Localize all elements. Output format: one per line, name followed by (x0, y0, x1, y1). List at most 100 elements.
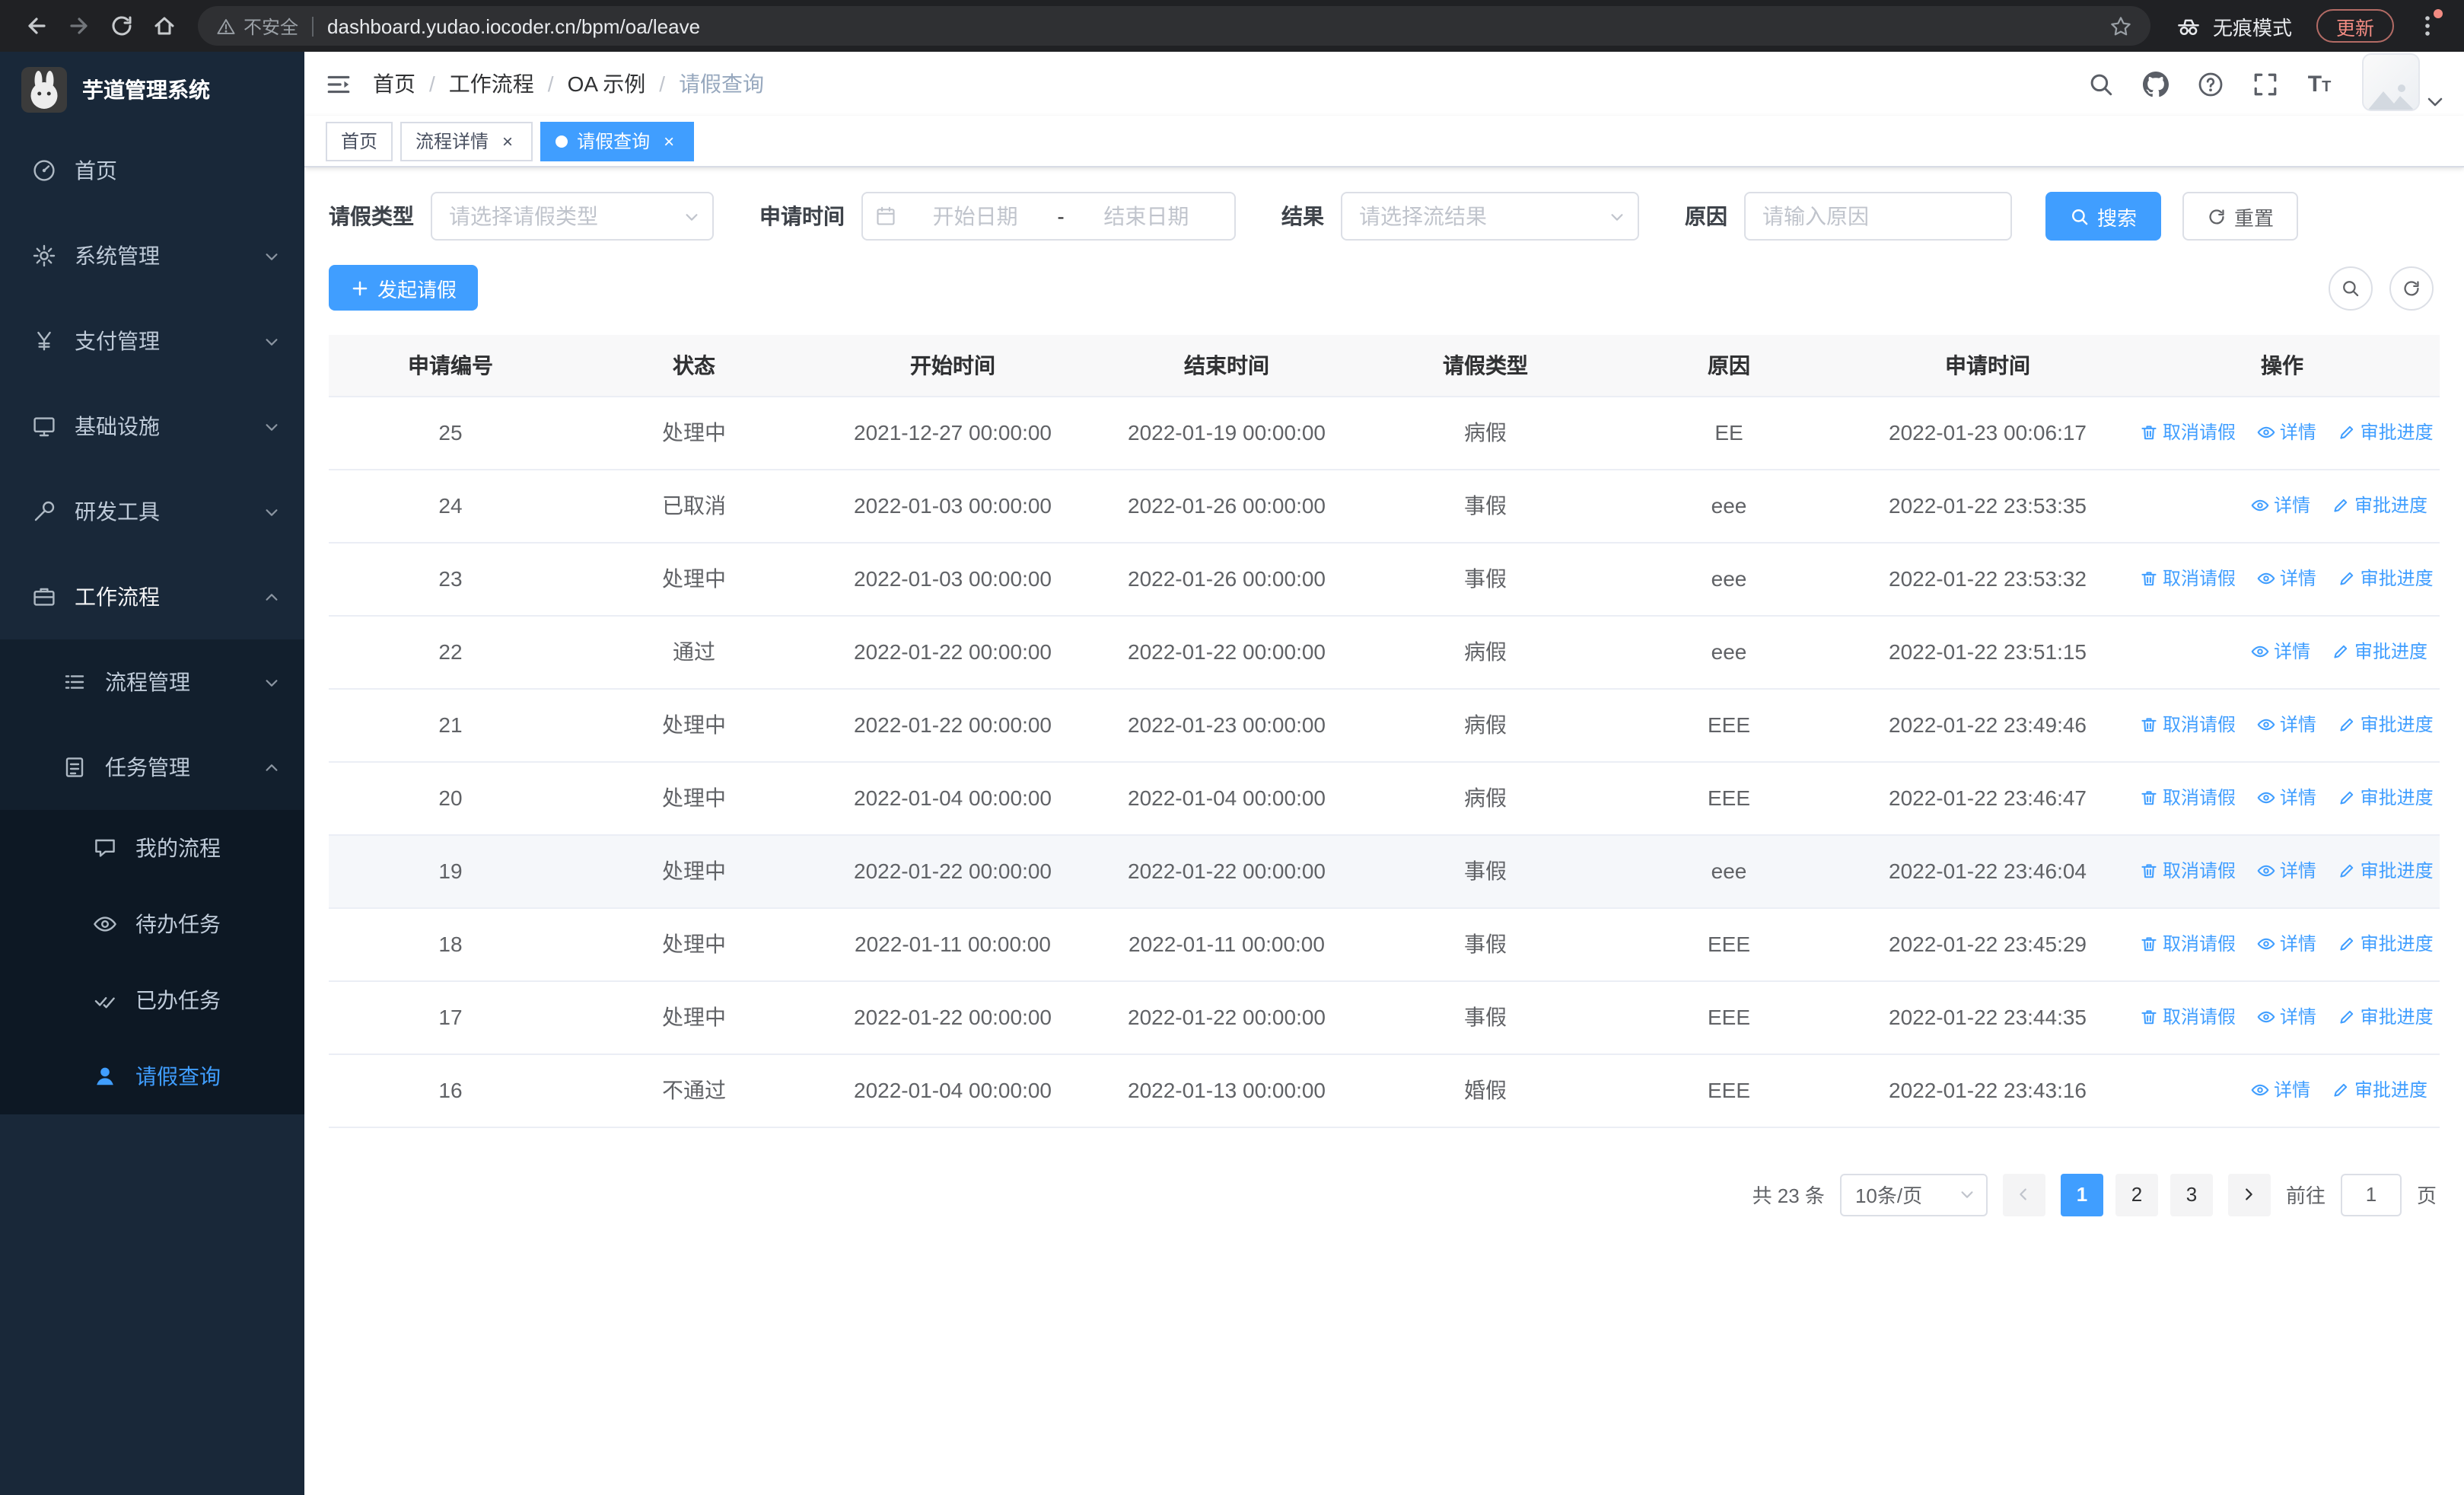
approval-progress-link[interactable]: 审批进度 (2332, 639, 2427, 665)
cancel-leave-link[interactable]: 取消请假 (2140, 785, 2236, 811)
reset-button[interactable]: 重置 (2182, 192, 2299, 241)
close-icon[interactable] (659, 131, 679, 151)
page-button-3[interactable]: 3 (2170, 1173, 2213, 1216)
approval-progress-link[interactable]: 审批进度 (2332, 492, 2427, 518)
approval-progress-link[interactable]: 审批进度 (2338, 858, 2434, 884)
detail-link[interactable]: 详情 (2257, 566, 2316, 591)
incognito-badge: 无痕模式 (2175, 11, 2292, 40)
sidebar-item-task-management[interactable]: 任务管理 (0, 725, 304, 810)
detail-link[interactable]: 详情 (2257, 931, 2316, 957)
gear-icon (30, 243, 56, 269)
approval-progress-link[interactable]: 审批进度 (2332, 1077, 2427, 1103)
approval-progress-link[interactable]: 审批进度 (2338, 566, 2434, 591)
detail-link[interactable]: 详情 (2257, 785, 2316, 811)
approval-progress-link[interactable]: 审批进度 (2338, 712, 2434, 738)
app-title: 芋道管理系统 (82, 78, 210, 102)
cancel-leave-link[interactable]: 取消请假 (2140, 931, 2236, 957)
browser-menu-icon[interactable] (2406, 5, 2449, 47)
table-row: 23 处理中 2022-01-03 00:00:00 2022-01-26 00:00… (329, 542, 2440, 616)
detail-link[interactable]: 详情 (2257, 858, 2316, 884)
tab-process-detail[interactable]: 流程详情 (400, 121, 533, 161)
refresh-button[interactable] (2389, 266, 2434, 310)
github-icon[interactable] (2131, 59, 2179, 108)
close-icon[interactable] (498, 131, 517, 151)
sidebar-item-infrastructure[interactable]: 基础设施 (0, 384, 304, 469)
app-logo[interactable]: 芋道管理系统 (0, 52, 304, 128)
reload-icon[interactable] (100, 5, 143, 47)
fullscreen-icon[interactable] (2240, 59, 2289, 108)
search-icon[interactable] (2076, 59, 2125, 108)
security-warning[interactable]: 不安全 (216, 13, 298, 39)
leave-type-select[interactable]: 请选择请假类型 (431, 192, 714, 241)
sidebar-item-system[interactable]: 系统管理 (0, 213, 304, 298)
user-menu[interactable] (2362, 53, 2443, 114)
sidebar-collapse-icon[interactable] (326, 71, 352, 97)
sidebar-item-todo-tasks[interactable]: 待办任务 (0, 886, 304, 962)
cancel-leave-link[interactable]: 取消请假 (2140, 419, 2236, 445)
font-size-icon[interactable] (2295, 59, 2344, 108)
toggle-search-button[interactable] (2329, 266, 2373, 310)
approval-progress-link[interactable]: 审批进度 (2338, 419, 2434, 445)
sidebar-item-home[interactable]: 首页 (0, 128, 304, 213)
workflow-submenu: 流程管理 任务管理 我的流程 待办任务 已办任务 请假查询 (0, 639, 304, 1114)
double-check-icon (91, 987, 117, 1013)
filter-form: 请假类型 请选择请假类型 申请时间 开始日期 - 结束日期 结果 请选择流结果 … (329, 192, 2440, 241)
create-leave-button[interactable]: 发起请假 (329, 265, 479, 311)
chevron-down-icon (263, 418, 280, 435)
detail-link[interactable]: 详情 (2251, 639, 2310, 665)
approval-progress-link[interactable]: 审批进度 (2338, 931, 2434, 957)
detail-link[interactable]: 详情 (2257, 1004, 2316, 1030)
result-select[interactable]: 请选择流结果 (1341, 192, 1639, 241)
sidebar-item-payment[interactable]: 支付管理 (0, 298, 304, 384)
sidebar-item-done-tasks[interactable]: 已办任务 (0, 962, 304, 1038)
screen: 不安全 dashboard.yudao.iocoder.cn/bpm/oa/le… (0, 0, 2464, 1495)
page-button-1[interactable]: 1 (2060, 1173, 2103, 1216)
home-icon[interactable] (143, 5, 186, 47)
detail-link[interactable]: 详情 (2257, 419, 2316, 445)
detail-link[interactable]: 详情 (2251, 1077, 2310, 1103)
detail-link[interactable]: 详情 (2257, 712, 2316, 738)
apply-time-range-picker[interactable]: 开始日期 - 结束日期 (861, 192, 1236, 241)
avatar[interactable] (2362, 53, 2420, 111)
briefcase-icon (30, 584, 56, 610)
tab-home[interactable]: 首页 (326, 121, 393, 161)
approval-progress-link[interactable]: 审批进度 (2338, 785, 2434, 811)
next-page-button[interactable] (2227, 1173, 2271, 1216)
chevron-up-icon (263, 759, 280, 776)
reason-input[interactable] (1744, 192, 2012, 241)
sidebar-item-leave-query[interactable]: 请假查询 (0, 1038, 304, 1114)
prev-page-button[interactable] (2002, 1173, 2045, 1216)
eye-icon (2257, 938, 2275, 949)
bookmark-star-icon[interactable] (2109, 14, 2132, 37)
sidebar-item-devtools[interactable]: 研发工具 (0, 469, 304, 554)
chevron-down-icon (1609, 208, 1625, 225)
edit-icon (2334, 1083, 2348, 1097)
address-bar[interactable]: 不安全 dashboard.yudao.iocoder.cn/bpm/oa/le… (198, 6, 2150, 46)
page-size-select[interactable]: 10条/页 (1839, 1173, 1988, 1216)
sidebar-item-process-management[interactable]: 流程管理 (0, 639, 304, 725)
search-button[interactable]: 搜索 (2045, 192, 2162, 241)
forward-icon[interactable] (58, 5, 100, 47)
sidebar-item-my-process[interactable]: 我的流程 (0, 810, 304, 886)
eye-icon (2257, 572, 2275, 584)
breadcrumb-oa-example[interactable]: OA 示例 (534, 69, 646, 99)
breadcrumb-home[interactable]: 首页 (373, 69, 415, 99)
goto-page-input[interactable] (2340, 1173, 2402, 1216)
back-icon[interactable] (15, 5, 58, 47)
sidebar-item-workflow[interactable]: 工作流程 (0, 554, 304, 639)
tags-view-bar: 首页 流程详情 请假查询 (304, 116, 2464, 167)
cancel-leave-link[interactable]: 取消请假 (2140, 712, 2236, 738)
page-button-2[interactable]: 2 (2115, 1173, 2158, 1216)
cancel-leave-link[interactable]: 取消请假 (2140, 1004, 2236, 1030)
cancel-leave-link[interactable]: 取消请假 (2140, 858, 2236, 884)
breadcrumb-workflow[interactable]: 工作流程 (415, 69, 534, 99)
start-date-placeholder: 开始日期 (932, 204, 1018, 228)
caret-down-icon (2427, 97, 2443, 107)
update-button[interactable]: 更新 (2316, 9, 2394, 43)
help-icon[interactable] (2185, 59, 2234, 108)
tab-leave-query[interactable]: 请假查询 (540, 121, 695, 161)
approval-progress-link[interactable]: 审批进度 (2338, 1004, 2434, 1030)
detail-link[interactable]: 详情 (2251, 492, 2310, 518)
cancel-leave-link[interactable]: 取消请假 (2140, 566, 2236, 591)
eye-icon (2257, 719, 2275, 730)
